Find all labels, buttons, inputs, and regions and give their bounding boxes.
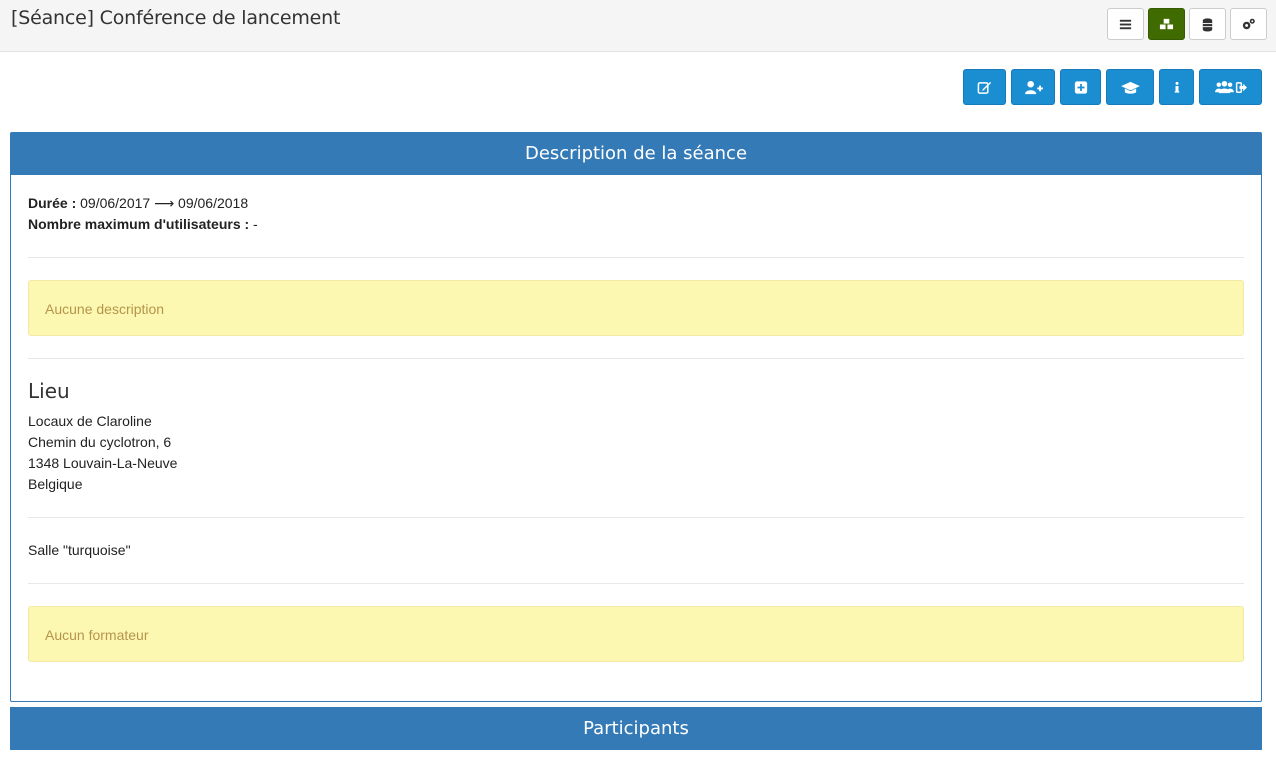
no-trainer-alert: Aucun formateur <box>28 606 1244 662</box>
add-item-button[interactable] <box>1060 69 1101 105</box>
address-line: Locaux de Claroline <box>28 413 152 429</box>
divider <box>28 517 1244 518</box>
address-line: Belgique <box>28 476 83 492</box>
max-users-line: Nombre maximum d'utilisateurs : - <box>28 214 1244 235</box>
cubes-icon <box>1159 18 1174 29</box>
cogs-icon <box>1242 18 1255 29</box>
training-button[interactable] <box>1106 69 1154 105</box>
description-panel-heading: Description de la séance <box>11 133 1261 175</box>
users-signout-icon <box>1214 80 1247 93</box>
description-panel-body: Durée : 09/06/2017 ⟶ 09/06/2018 Nombre m… <box>11 175 1261 662</box>
duration-label: Durée : <box>28 195 77 211</box>
settings-view-button[interactable] <box>1230 8 1267 40</box>
divider <box>28 358 1244 359</box>
max-users-value: - <box>253 216 258 232</box>
view-toolbar <box>1107 8 1267 40</box>
address-line: Chemin du cyclotron, 6 <box>28 434 172 450</box>
divider <box>28 583 1244 584</box>
database-icon <box>1202 17 1213 32</box>
duration-value: 09/06/2017 ⟶ 09/06/2018 <box>80 195 249 211</box>
action-toolbar <box>963 69 1262 105</box>
list-icon <box>1119 19 1132 29</box>
cubes-view-button[interactable] <box>1148 8 1185 40</box>
edit-button[interactable] <box>963 69 1006 105</box>
participants-panel-heading[interactable]: Participants <box>10 707 1262 750</box>
user-plus-icon <box>1024 80 1043 94</box>
room-text: Salle "turquoise" <box>28 542 131 558</box>
graduation-cap-icon <box>1120 81 1140 94</box>
info-button[interactable] <box>1159 69 1194 105</box>
location-title: Lieu <box>28 379 70 403</box>
users-signout-button[interactable] <box>1199 69 1262 105</box>
add-user-button[interactable] <box>1011 69 1055 105</box>
max-users-label: Nombre maximum d'utilisateurs : <box>28 216 250 232</box>
description-panel: Description de la séance Durée : 09/06/2… <box>10 132 1262 702</box>
address-line: 1348 Louvain-La-Neuve <box>28 455 178 471</box>
top-bar: [Séance] Conférence de lancement <box>0 0 1276 52</box>
no-description-alert: Aucune description <box>28 280 1244 336</box>
page-title: [Séance] Conférence de lancement <box>11 7 341 29</box>
divider <box>28 257 1244 258</box>
address-block: Locaux de Claroline Chemin du cyclotron,… <box>28 411 1244 495</box>
database-view-button[interactable] <box>1189 8 1226 40</box>
plus-square-icon <box>1074 80 1087 94</box>
info-icon <box>1174 81 1179 93</box>
list-view-button[interactable] <box>1107 8 1144 40</box>
duration-line: Durée : 09/06/2017 ⟶ 09/06/2018 <box>28 193 1244 214</box>
edit-icon <box>977 81 992 94</box>
